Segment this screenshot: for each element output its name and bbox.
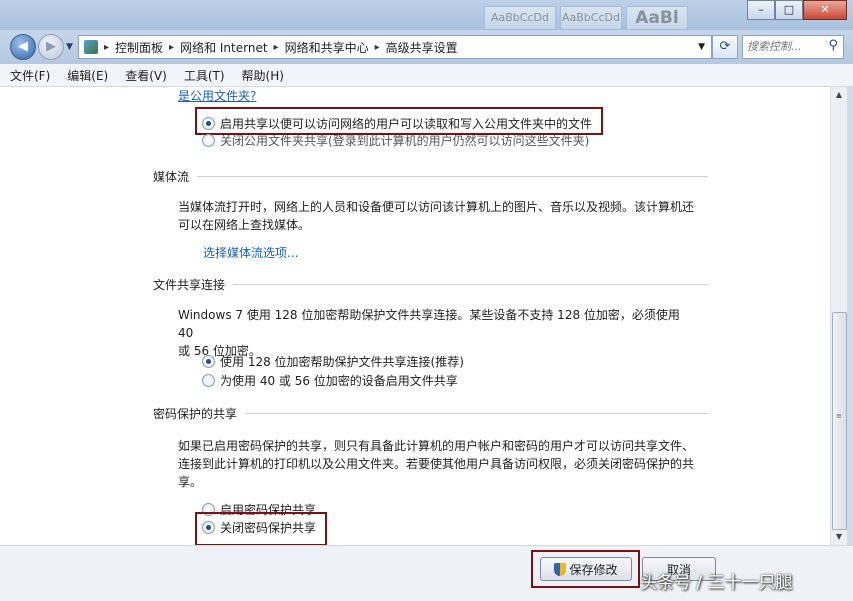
scroll-down-icon[interactable]: ▼ — [831, 529, 847, 545]
forward-arrow-icon[interactable]: ▶ — [38, 34, 64, 60]
radio-button[interactable] — [202, 133, 215, 147]
section-divider — [197, 176, 708, 177]
settings-content: 是公用文件夹? 启用共享以便可以访问网络的用户可以读取和写入公用文件夹中的文件 … — [0, 87, 830, 546]
breadcrumb-advanced-sharing[interactable]: 高级共享设置 — [386, 39, 458, 56]
menu-bar: 文件(F) 编辑(E) 查看(V) 工具(T) 帮助(H) — [0, 64, 853, 87]
menu-help[interactable]: 帮助(H) — [235, 67, 291, 84]
section-heading: 媒体流 — [153, 170, 190, 184]
section-divider — [245, 413, 708, 414]
radio-button[interactable] — [202, 374, 215, 387]
scroll-up-icon[interactable]: ▲ — [831, 87, 847, 103]
refresh-icon[interactable]: ⟳ — [712, 35, 738, 59]
network-icon — [84, 40, 98, 54]
scroll-grip-icon: ≡ — [836, 412, 842, 420]
media-description: 当媒体流打开时，网络上的人员和设备便可以访问该计算机上的图片、音乐以及视频。该计… — [178, 200, 695, 232]
background-thumbnail: AaBl — [626, 6, 688, 30]
option-label: 关闭公用文件夹共享(登录到此计算机的用户仍然可以访问这些文件夹) — [220, 133, 590, 148]
section-file-sharing: 文件共享连接 — [153, 276, 708, 293]
breadcrumb-control-panel[interactable]: 控制面板 — [115, 39, 163, 56]
search-input[interactable] — [743, 36, 823, 56]
public-sharing-off-option[interactable]: 关闭公用文件夹共享(登录到此计算机的用户仍然可以访问这些文件夹) — [202, 133, 589, 147]
file-sharing-description: Windows 7 使用 128 位加密帮助保护文件共享连接。某些设备不支持 1… — [178, 308, 680, 358]
highlight-box — [195, 107, 603, 135]
recent-pages-dropdown-icon[interactable]: ▼ — [66, 42, 73, 52]
background-thumbnail: AaBbCcDd — [560, 6, 622, 30]
window-controls: – □ ✕ — [747, 0, 847, 20]
radio-button[interactable] — [202, 355, 215, 368]
address-dropdown-icon[interactable]: ▼ — [698, 42, 705, 52]
breadcrumb-network-internet[interactable]: 网络和 Internet — [180, 39, 267, 56]
highlight-box — [195, 512, 327, 546]
menu-edit[interactable]: 编辑(E) — [60, 67, 115, 84]
watermark: 头条号 / 三十一只腿 — [640, 573, 793, 593]
menu-tools[interactable]: 工具(T) — [177, 67, 232, 84]
encryption-40-56-option[interactable]: 为使用 40 或 56 位加密的设备启用文件共享 — [202, 372, 458, 389]
search-icon[interactable]: ⚲ — [828, 38, 838, 53]
highlight-box — [531, 550, 640, 588]
title-bar: AaBbCcDd AaBbCcDd AaBl – □ ✕ — [0, 0, 853, 30]
password-description: 如果已启用密码保护的共享，则只有具备此计算机的用户帐户和密码的用户才可以访问共享… — [178, 439, 695, 489]
encryption-128-option[interactable]: 使用 128 位加密帮助保护文件共享连接(推荐) — [202, 353, 464, 370]
minimize-button[interactable]: – — [747, 0, 775, 20]
menu-file[interactable]: 文件(F) — [3, 67, 57, 84]
search-box[interactable]: ⚲ — [742, 35, 844, 59]
vertical-scrollbar[interactable]: ▲ ≡ ▼ — [830, 87, 847, 545]
background-thumbnail: AaBbCcDd — [484, 6, 556, 30]
menu-view[interactable]: 查看(V) — [118, 67, 174, 84]
maximize-button[interactable]: □ — [775, 0, 803, 20]
section-media-streaming: 媒体流 — [153, 168, 708, 185]
breadcrumb-network-sharing-center[interactable]: 网络和共享中心 — [285, 39, 369, 56]
section-password-protection: 密码保护的共享 — [153, 405, 708, 422]
section-divider — [233, 284, 708, 285]
option-label: 使用 128 位加密帮助保护文件共享连接(推荐) — [220, 355, 464, 369]
media-streaming-options-link[interactable]: 选择媒体流选项... — [203, 244, 298, 261]
back-arrow-icon[interactable]: ◀ — [10, 34, 36, 60]
navigation-bar: ◀ ▶ ▼ ▸ 控制面板 ▸ 网络和 Internet ▸ 网络和共享中心 ▸ … — [0, 30, 853, 64]
address-bar[interactable]: ▸ 控制面板 ▸ 网络和 Internet ▸ 网络和共享中心 ▸ 高级共享设置… — [78, 35, 712, 59]
option-label: 为使用 40 或 56 位加密的设备启用文件共享 — [220, 374, 458, 388]
section-heading: 密码保护的共享 — [153, 407, 238, 421]
public-folder-help-link[interactable]: 是公用文件夹? — [178, 87, 256, 104]
scroll-thumb[interactable]: ≡ — [832, 312, 847, 530]
close-button[interactable]: ✕ — [803, 0, 847, 20]
section-heading: 文件共享连接 — [153, 278, 226, 292]
